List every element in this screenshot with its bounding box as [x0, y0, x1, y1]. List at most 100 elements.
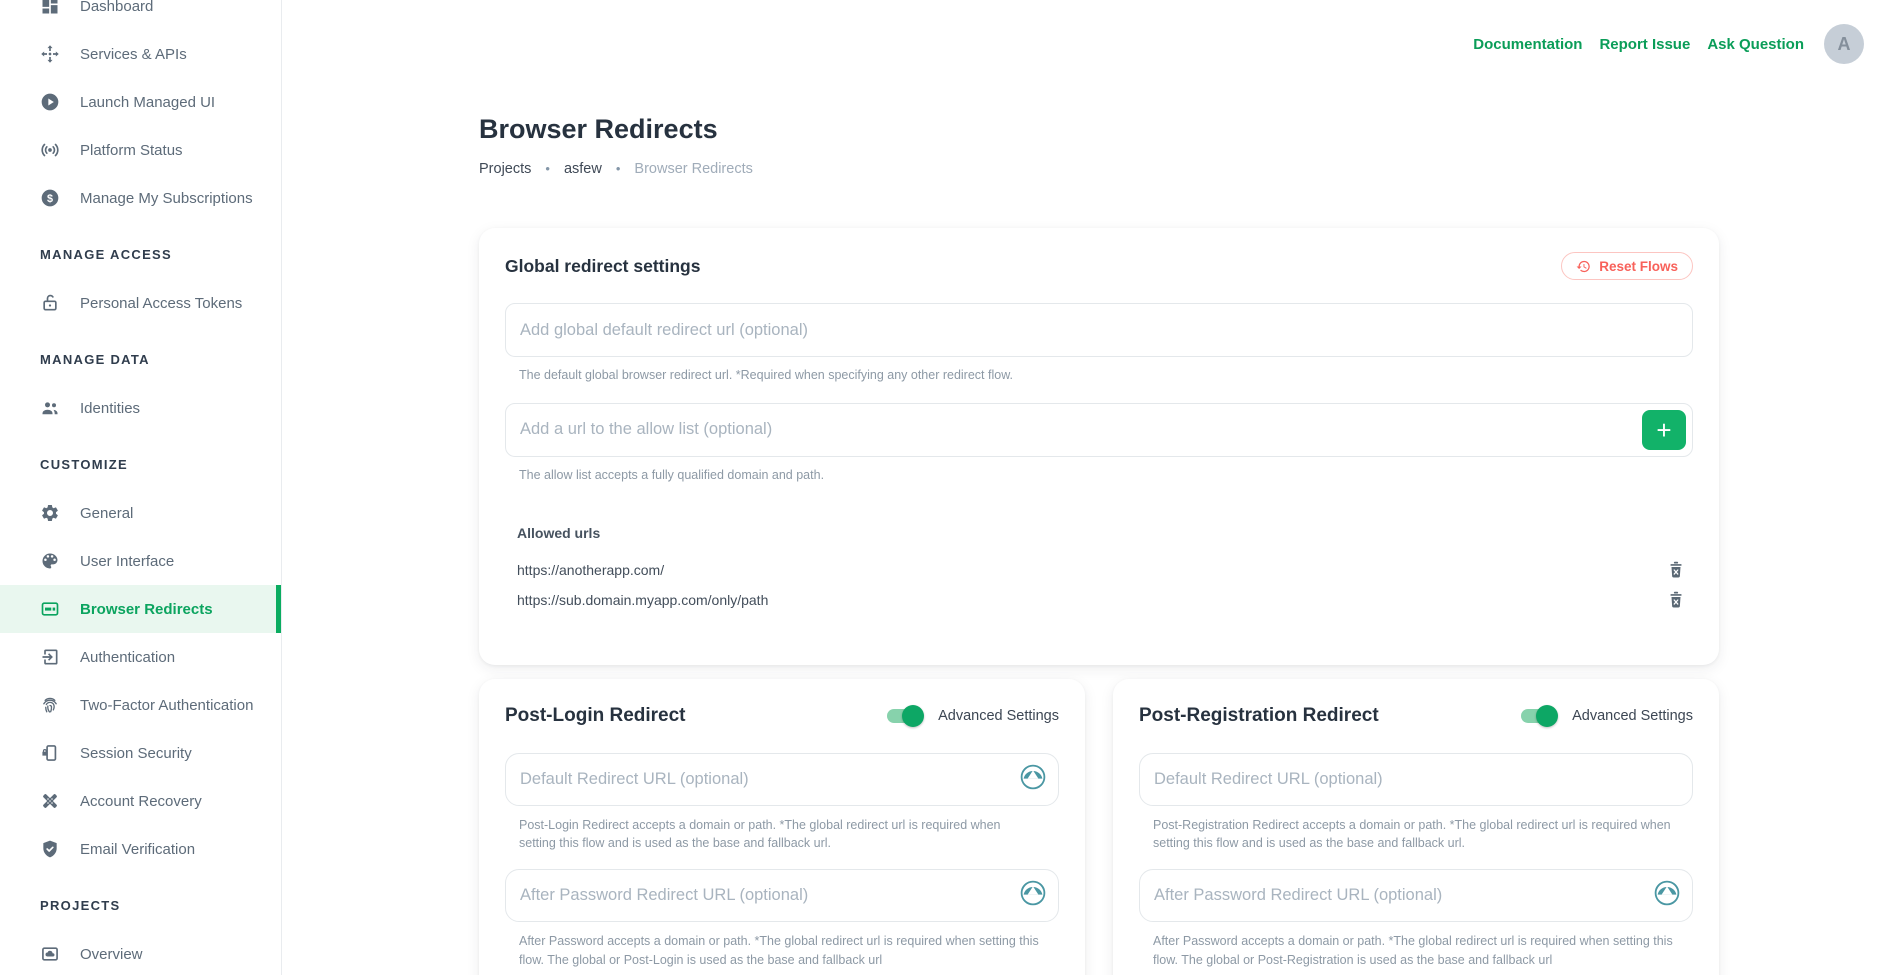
delete-url-button[interactable] [1667, 590, 1685, 610]
palette-icon [40, 551, 60, 571]
gear-icon [40, 503, 60, 523]
fingerprint-icon [40, 695, 60, 715]
flow-card-title: Post-Registration Redirect [1139, 705, 1379, 727]
reset-flows-button[interactable]: Reset Flows [1561, 252, 1693, 280]
sidebar-item-account-recovery[interactable]: Account Recovery [0, 777, 281, 825]
sidebar-item-label: Platform Status [80, 142, 183, 159]
page-title: Browser Redirects [479, 113, 1719, 146]
documentation-link[interactable]: Documentation [1473, 36, 1582, 53]
post-login-redirect-field-1: Post-Login Redirect accepts a domain or … [505, 753, 1059, 854]
sidebar-item-two-factor-authentication[interactable]: Two-Factor Authentication [0, 681, 281, 729]
play-circle-icon [40, 92, 60, 112]
flow-input-helper: Post-Login Redirect accepts a domain or … [519, 816, 1039, 854]
allowed-urls-list: https://anotherapp.com/ https://sub.doma… [517, 555, 1693, 615]
mountain-circle-icon [1654, 880, 1680, 911]
breadcrumb-separator: • [545, 160, 550, 178]
allowed-url-text: https://anotherapp.com/ [517, 562, 664, 578]
sidebar-item-label: Account Recovery [80, 793, 202, 810]
lock-open-icon [40, 293, 60, 313]
flow-input-helper: After Password accepts a domain or path.… [519, 932, 1039, 970]
mountain-circle-icon [1020, 764, 1046, 795]
dashboard-icon [40, 0, 60, 16]
ask-question-link[interactable]: Ask Question [1707, 36, 1804, 53]
sidebar-item-general[interactable]: General [0, 489, 281, 537]
allow-list-helper: The allow list accepts a fully qualified… [519, 466, 1693, 485]
flow-input-helper: Post-Registration Redirect accepts a dom… [1153, 816, 1673, 854]
svg-text:$: $ [47, 193, 53, 205]
main-area: Documentation Report Issue Ask Question … [282, 0, 1904, 975]
post-registration-redirect-card: Post-Registration Redirect Advanced Sett… [1113, 679, 1719, 975]
allow-list-field: + The allow list accepts a fully qualifi… [505, 403, 1693, 485]
allowed-urls-title: Allowed urls [517, 525, 1693, 541]
people-icon [40, 398, 60, 418]
default-redirect-url-input[interactable] [520, 770, 1020, 789]
add-url-button[interactable]: + [1642, 410, 1686, 450]
history-icon [1576, 259, 1591, 274]
breadcrumb-separator: • [616, 160, 621, 178]
trash-x-icon [1667, 560, 1685, 580]
sidebar-section-projects: PROJECTS [0, 895, 281, 915]
sidebar-item-dashboard[interactable]: Dashboard [0, 0, 281, 30]
after-password-redirect-url-input[interactable] [1154, 886, 1654, 905]
post-registration-redirect-field-1: Post-Registration Redirect accepts a dom… [1139, 753, 1693, 854]
global-redirect-settings-card: Global redirect settings Reset Flows The… [479, 228, 1719, 665]
sidebar-item-browser-redirects[interactable]: Browser Redirects [0, 585, 281, 633]
breadcrumb-projects[interactable]: Projects [479, 160, 531, 178]
sidebar-item-label: Authentication [80, 649, 175, 666]
plus-icon: + [1656, 417, 1671, 443]
browser-icon [40, 599, 60, 619]
sidebar-item-label: Overview [80, 946, 143, 963]
sidebar-item-label: Personal Access Tokens [80, 295, 242, 312]
platform-status-icon [40, 140, 60, 160]
sidebar-item-user-interface[interactable]: User Interface [0, 537, 281, 585]
allowed-url-row: https://sub.domain.myapp.com/only/path [517, 585, 1693, 615]
sidebar-item-label: Email Verification [80, 841, 195, 858]
advanced-settings-toggle[interactable] [887, 709, 921, 723]
sidebar-item-label: Dashboard [80, 0, 153, 15]
healing-icon [40, 791, 60, 811]
sidebar-item-manage-my-subscriptions[interactable]: $ Manage My Subscriptions [0, 174, 281, 222]
shield-check-icon [40, 839, 60, 859]
global-default-url-field: The default global browser redirect url.… [505, 303, 1693, 385]
flow-input-helper: After Password accepts a domain or path.… [1153, 932, 1673, 970]
sidebar-item-overview[interactable]: Overview [0, 930, 281, 975]
report-issue-link[interactable]: Report Issue [1599, 36, 1690, 53]
flow-cards-row: Post-Login Redirect Advanced Settings Po… [479, 679, 1719, 975]
post-login-redirect-field-2: After Password accepts a domain or path.… [505, 869, 1059, 970]
sidebar-section-manage-data: MANAGE DATA [0, 349, 281, 369]
breadcrumb: Projects • asfew • Browser Redirects [479, 160, 1719, 178]
sidebar-item-label: General [80, 505, 133, 522]
sidebar-section-customize: CUSTOMIZE [0, 454, 281, 474]
sidebar-section-manage-access: MANAGE ACCESS [0, 244, 281, 264]
sidebar-item-identities[interactable]: Identities [0, 384, 281, 432]
advanced-settings-toggle[interactable] [1521, 709, 1555, 723]
sidebar-item-session-security[interactable]: Session Security [0, 729, 281, 777]
sidebar-item-label: Manage My Subscriptions [80, 190, 253, 207]
post-login-redirect-card: Post-Login Redirect Advanced Settings Po… [479, 679, 1085, 975]
sidebar-item-authentication[interactable]: Authentication [0, 633, 281, 681]
avatar[interactable]: A [1824, 24, 1864, 64]
allow-list-url-input[interactable] [520, 420, 1642, 439]
sidebar-item-services-apis[interactable]: Services & APIs [0, 30, 281, 78]
sidebar-item-personal-access-tokens[interactable]: Personal Access Tokens [0, 279, 281, 327]
post-registration-redirect-field-2: After Password accepts a domain or path.… [1139, 869, 1693, 970]
sidebar-item-platform-status[interactable]: Platform Status [0, 126, 281, 174]
advanced-settings-label: Advanced Settings [938, 708, 1059, 724]
advanced-settings-label: Advanced Settings [1572, 708, 1693, 724]
after-password-redirect-url-input[interactable] [520, 886, 1020, 905]
subscriptions-icon: $ [40, 188, 60, 208]
trash-x-icon [1667, 590, 1685, 610]
sidebar-item-email-verification[interactable]: Email Verification [0, 825, 281, 873]
delete-url-button[interactable] [1667, 560, 1685, 580]
allowed-urls-section: Allowed urls https://anotherapp.com/ htt… [505, 525, 1693, 615]
sidebar-item-label: Session Security [80, 745, 192, 762]
flow-card-title: Post-Login Redirect [505, 705, 686, 727]
sidebar-item-label: Launch Managed UI [80, 94, 215, 111]
allowed-url-row: https://anotherapp.com/ [517, 555, 1693, 585]
breadcrumb-project-name[interactable]: asfew [564, 160, 602, 178]
sidebar-item-launch-managed-ui[interactable]: Launch Managed UI [0, 78, 281, 126]
breadcrumb-current: Browser Redirects [634, 160, 752, 178]
default-redirect-url-input[interactable] [1154, 770, 1680, 789]
overview-icon [40, 944, 60, 964]
global-default-url-input[interactable] [520, 321, 1686, 340]
